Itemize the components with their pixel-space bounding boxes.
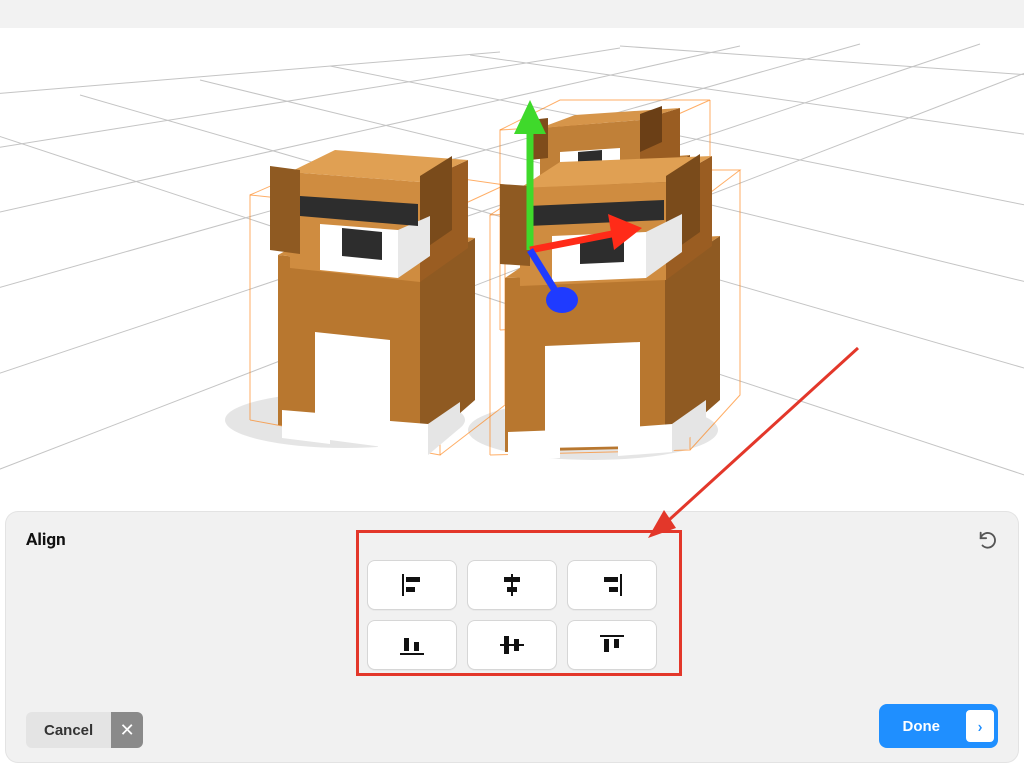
- close-icon: ✕: [120, 720, 135, 741]
- cancel-button[interactable]: Cancel: [26, 712, 111, 748]
- align-buttons-group: [367, 560, 657, 670]
- scene-models: [0, 0, 1024, 510]
- cancel-close-button[interactable]: ✕: [111, 712, 143, 748]
- align-right-icon: [597, 572, 627, 598]
- dog-left: [270, 150, 475, 455]
- align-h-center-button[interactable]: [467, 560, 557, 610]
- done-next-button[interactable]: ›: [964, 708, 996, 744]
- done-button[interactable]: Done: [881, 706, 963, 746]
- cancel-group: Cancel ✕: [26, 712, 143, 748]
- undo-icon: [977, 529, 999, 551]
- align-bottom-icon: [397, 632, 427, 658]
- align-v-center-icon: [497, 632, 527, 658]
- align-left-icon: [397, 572, 427, 598]
- align-top-button[interactable]: [567, 620, 657, 670]
- align-left-button[interactable]: [367, 560, 457, 610]
- align-v-center-button[interactable]: [467, 620, 557, 670]
- done-group: Done ›: [879, 704, 999, 748]
- undo-button[interactable]: [974, 526, 1002, 554]
- align-bottom-button[interactable]: [367, 620, 457, 670]
- align-right-button[interactable]: [567, 560, 657, 610]
- align-top-icon: [597, 632, 627, 658]
- align-panel: Align: [6, 512, 1018, 762]
- align-h-center-icon: [497, 572, 527, 598]
- chevron-right-icon: ›: [978, 717, 983, 736]
- panel-title: Align: [26, 530, 998, 550]
- viewport-3d[interactable]: [0, 0, 1024, 510]
